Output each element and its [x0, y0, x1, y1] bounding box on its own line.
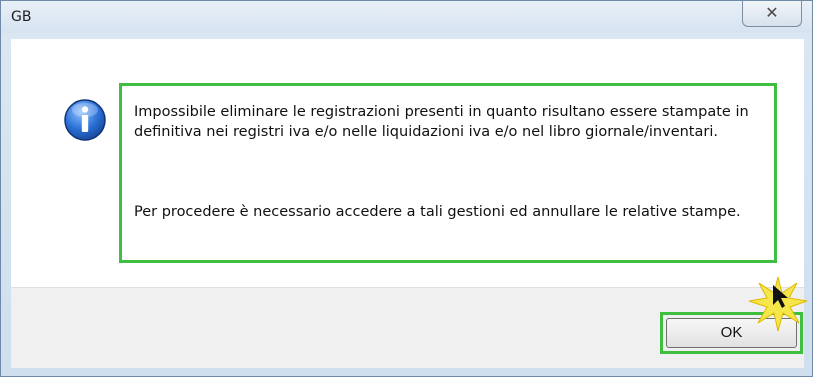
message-highlight: Impossibile eliminare le registrazioni p… — [119, 83, 777, 263]
button-bar: OK — [11, 287, 804, 368]
ok-button[interactable]: OK — [666, 318, 797, 348]
dialog-window: GB ✕ Impossibile eliminare le registrazi… — [0, 0, 813, 377]
close-icon: ✕ — [765, 3, 779, 22]
dialog-content: Impossibile eliminare le registrazioni p… — [11, 39, 804, 287]
close-button[interactable]: ✕ — [742, 1, 802, 27]
message-text-1: Impossibile eliminare le registrazioni p… — [134, 104, 749, 140]
info-icon — [64, 99, 106, 141]
title-bar: GB ✕ — [1, 1, 812, 33]
ok-button-highlight: OK — [660, 312, 803, 354]
message-text-2: Per procedere è necessario accedere a ta… — [134, 204, 741, 220]
window-title: GB — [11, 9, 32, 25]
